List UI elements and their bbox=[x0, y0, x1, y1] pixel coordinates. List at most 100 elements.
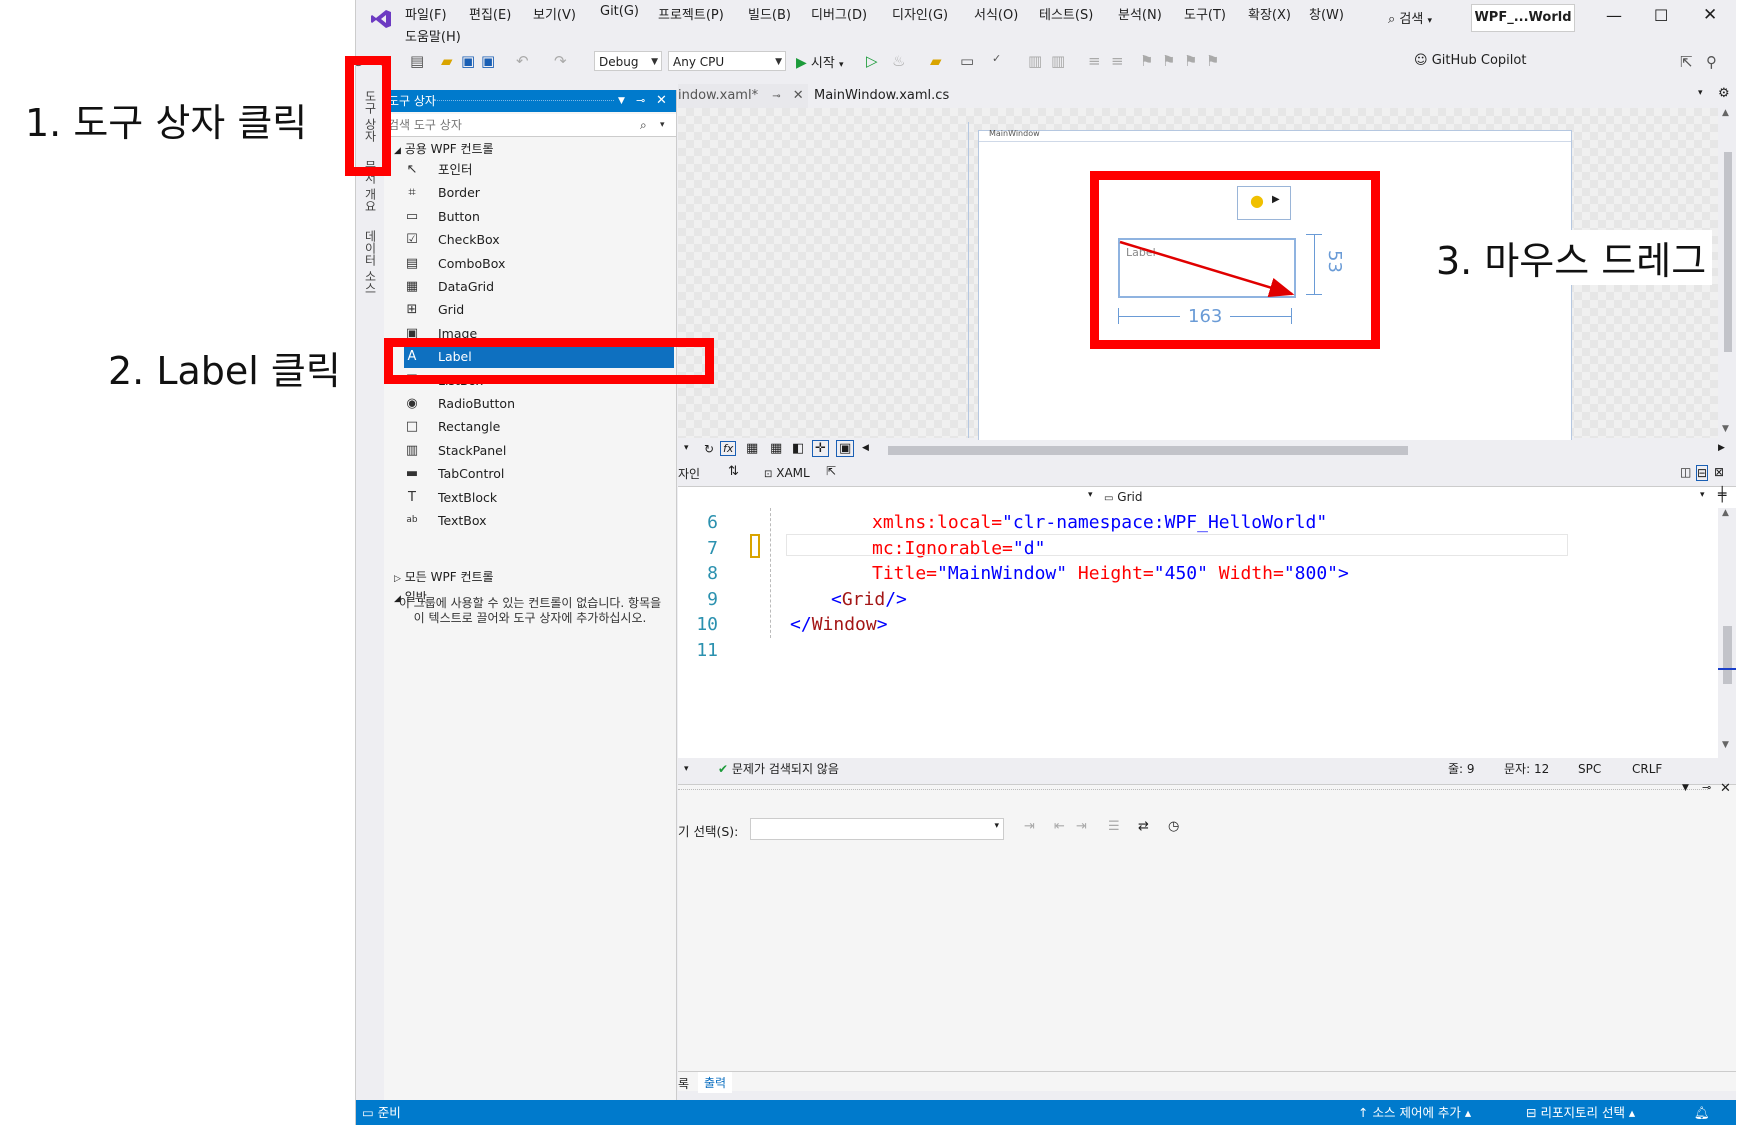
configuration-select[interactable]: Debug ▼ bbox=[594, 51, 662, 71]
designer-vertical-scrollbar[interactable]: ▲ ▼ bbox=[1718, 108, 1736, 438]
toolbox-item-datagrid[interactable]: ▦ DataGrid bbox=[404, 275, 674, 298]
github-copilot-button[interactable]: ☺ GitHub Copilot bbox=[1414, 53, 1526, 68]
bookmark-icon[interactable]: ⚑ bbox=[1140, 52, 1153, 70]
redo-icon[interactable]: ↷ bbox=[554, 52, 567, 70]
zoom-dropdown-icon[interactable]: ▾ bbox=[684, 443, 689, 453]
dropdown-icon[interactable]: ▼ bbox=[618, 90, 625, 112]
whitespace-mode[interactable]: SPC bbox=[1578, 758, 1601, 780]
window-layout-icon[interactable]: ▭ bbox=[960, 52, 974, 70]
toolbox-item-grid[interactable]: ⊞ Grid bbox=[404, 298, 674, 321]
toolbox-item-textbox[interactable]: ab TextBox bbox=[404, 509, 674, 532]
toolbox-item-포인터[interactable]: ↖ 포인터 bbox=[404, 158, 674, 181]
group-common-wpf[interactable]: ◢ 공용 WPF 컨트롤 bbox=[394, 140, 494, 157]
pin-icon[interactable]: ⊸ bbox=[772, 91, 780, 102]
toolbox-search-input[interactable]: 검색 도구 상자 ⌕ ▾ bbox=[384, 114, 676, 137]
menu-item-7[interactable]: 디자인(G) bbox=[892, 4, 948, 23]
pin-icon[interactable]: ⊸ bbox=[636, 90, 645, 112]
goto-error-icon[interactable]: ⇥ bbox=[1024, 819, 1035, 834]
open-folder-icon[interactable]: ▰ bbox=[441, 52, 453, 70]
refresh-icon[interactable]: ↻ bbox=[704, 442, 714, 456]
code-vertical-scrollbar[interactable]: ▲ ▼ bbox=[1718, 508, 1736, 758]
clock-icon[interactable]: ◷ bbox=[1168, 819, 1179, 834]
uncomment-icon[interactable]: ▥ bbox=[1051, 52, 1065, 70]
bookmark-next-icon[interactable]: ⚑ bbox=[1184, 52, 1197, 70]
artboard-bg-icon[interactable]: ◧ bbox=[792, 441, 804, 456]
menu-item-5[interactable]: 빌드(B) bbox=[748, 4, 791, 23]
device-view-icon[interactable]: ▣ bbox=[836, 440, 855, 457]
chevron-down-icon[interactable]: ▾ bbox=[1700, 490, 1705, 500]
issues-indicator[interactable]: ✔ 문제가 검색되지 않음 bbox=[718, 758, 839, 780]
collapse-pane-icon[interactable]: ⊠ bbox=[1714, 465, 1724, 479]
hot-reload-icon[interactable]: ♨ bbox=[892, 52, 905, 70]
output-source-select[interactable]: ▾ bbox=[750, 818, 1004, 840]
tab-design[interactable]: 자인 bbox=[678, 465, 700, 482]
new-project-icon[interactable]: ▤ bbox=[410, 52, 424, 70]
bookmark-clear-icon[interactable]: ⚑ bbox=[1206, 52, 1219, 70]
snap-lines-icon[interactable]: ✛ bbox=[812, 440, 829, 457]
notifications-icon[interactable]: 🔔︎ bbox=[1694, 1100, 1710, 1125]
toolbox-item-checkbox[interactable]: ☑ CheckBox bbox=[404, 228, 674, 251]
close-icon[interactable]: ✕ bbox=[793, 88, 804, 103]
menu-item-12[interactable]: 확장(X) bbox=[1248, 4, 1291, 23]
start-button[interactable]: ▶ 시작 ▾ bbox=[796, 52, 844, 71]
grid-snap-icon[interactable]: ▦ bbox=[746, 441, 758, 456]
element-select[interactable]: ▭ Grid bbox=[1104, 487, 1714, 507]
toolbox-item-button[interactable]: ▭ Button bbox=[404, 205, 674, 228]
platform-select[interactable]: Any CPU ▼ bbox=[668, 51, 786, 71]
menu-item-13[interactable]: 창(W) bbox=[1309, 4, 1344, 23]
select-repository[interactable]: ⊟ 리포지토리 선택 ▴ bbox=[1526, 1100, 1635, 1125]
xaml-code-editor[interactable]: 6 xmlns:local="clr-namespace:WPF_HelloWor… bbox=[678, 508, 1718, 758]
toolbox-item-textblock[interactable]: T TextBlock bbox=[404, 486, 674, 509]
tab-mainwindow-xaml[interactable]: indow.xaml* ⊸ ✕ bbox=[678, 84, 808, 108]
toolbox-item-combobox[interactable]: ▤ ComboBox bbox=[404, 252, 674, 275]
clear-all-icon[interactable]: ☰ bbox=[1108, 819, 1120, 834]
share-icon[interactable]: ⇱ bbox=[1680, 53, 1693, 71]
split-add-icon[interactable]: ╪ bbox=[1718, 487, 1726, 503]
word-wrap-icon[interactable]: ⇄ bbox=[1138, 819, 1149, 834]
snap-gridlines-icon[interactable]: ▦ bbox=[770, 441, 782, 456]
indent-icon[interactable]: ≡ bbox=[1088, 52, 1101, 70]
start-without-debugging-icon[interactable]: ▷ bbox=[866, 52, 878, 70]
minimize-button[interactable]: — bbox=[1606, 6, 1622, 25]
pin-icon[interactable]: ⊸ bbox=[1702, 781, 1711, 794]
menu-item-6[interactable]: 디버그(D) bbox=[811, 4, 867, 23]
toolbox-item-border[interactable]: ⌗ Border bbox=[404, 181, 674, 204]
menu-item-10[interactable]: 분석(N) bbox=[1118, 4, 1162, 23]
undo-icon[interactable]: ↶ bbox=[516, 52, 529, 70]
tab-xaml[interactable]: ⊡ XAML bbox=[764, 466, 810, 480]
bookmark-prev-icon[interactable]: ⚑ bbox=[1162, 52, 1175, 70]
close-icon[interactable]: ✕ bbox=[656, 90, 667, 112]
tab-output[interactable]: 출력 bbox=[698, 1072, 733, 1093]
comment-icon[interactable]: ▥ bbox=[1028, 52, 1042, 70]
horizontal-scrollbar-thumb[interactable] bbox=[888, 446, 1408, 455]
save-all-icon[interactable]: ▣ bbox=[481, 52, 495, 70]
maximize-button[interactable]: ☐ bbox=[1654, 6, 1668, 25]
chevron-down-icon[interactable]: ▾ bbox=[1088, 490, 1093, 500]
vertical-split-icon[interactable]: ◫ bbox=[1680, 465, 1691, 479]
menu-item-2[interactable]: 보기(V) bbox=[533, 4, 576, 23]
feedback-icon[interactable]: ⚲ bbox=[1706, 53, 1717, 71]
tab-overflow-icon[interactable]: ▾ bbox=[1698, 88, 1703, 98]
solution-name[interactable]: WPF_...World bbox=[1471, 4, 1575, 32]
menu-help[interactable]: 도움말(H) bbox=[405, 26, 461, 45]
save-icon[interactable]: ▣ bbox=[461, 52, 475, 70]
search-box[interactable]: ⌕ 검색 ▾ bbox=[1388, 8, 1432, 27]
menu-item-4[interactable]: 프로젝트(P) bbox=[658, 4, 724, 23]
menu-item-9[interactable]: 테스트(S) bbox=[1039, 4, 1093, 23]
horizontal-split-icon[interactable]: ⊟ bbox=[1696, 465, 1709, 481]
dropdown-icon[interactable]: ▼ bbox=[1682, 783, 1689, 793]
swap-panes-icon[interactable]: ⇅ bbox=[728, 464, 739, 479]
tab-mainwindow-xaml-cs[interactable]: MainWindow.xaml.cs bbox=[814, 84, 949, 108]
close-icon[interactable]: ✕ bbox=[1720, 781, 1731, 796]
prev-message-icon[interactable]: ⇤ bbox=[1054, 819, 1065, 834]
find-in-files-icon[interactable]: ▰ bbox=[930, 52, 942, 70]
toolbox-item-tabcontrol[interactable]: ▬ TabControl bbox=[404, 462, 674, 485]
outdent-icon[interactable]: ≡ bbox=[1111, 52, 1124, 70]
effects-icon[interactable]: fx bbox=[720, 441, 737, 456]
group-all-wpf[interactable]: ▷ 모든 WPF 컨트롤 bbox=[394, 568, 494, 585]
toolbox-item-rectangle[interactable]: □ Rectangle bbox=[404, 415, 674, 438]
menu-item-1[interactable]: 편집(E) bbox=[469, 4, 511, 23]
next-message-icon[interactable]: ⇥ bbox=[1076, 819, 1087, 834]
toolbox-item-stackpanel[interactable]: ▥ StackPanel bbox=[404, 439, 674, 462]
line-ending[interactable]: CRLF bbox=[1632, 758, 1662, 780]
